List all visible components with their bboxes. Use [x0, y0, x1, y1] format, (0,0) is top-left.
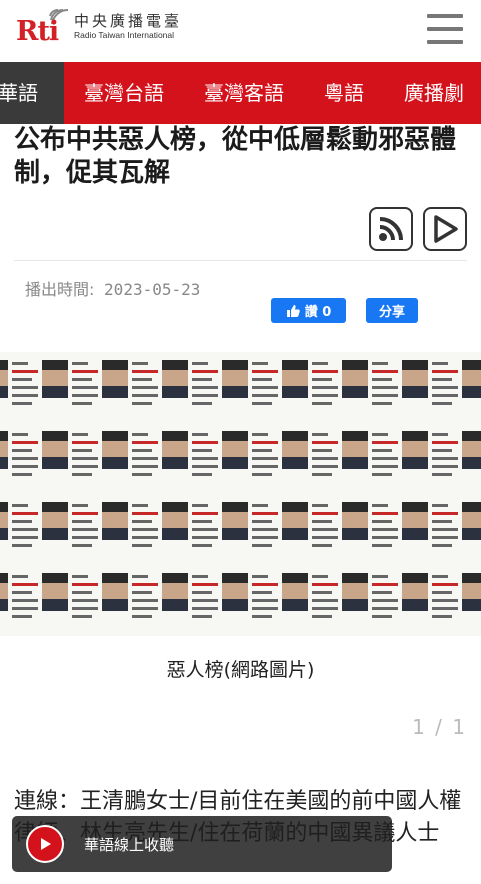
rti-logo[interactable]: Rti 中央廣播電臺 Radio Taiwan International — [16, 6, 183, 47]
portrait-card — [402, 573, 458, 618]
date-value: 2023-05-23 — [104, 280, 201, 299]
facebook-share-button[interactable]: 分享 — [366, 298, 418, 323]
like-label: 讚 0 — [304, 305, 332, 320]
language-nav: 華語 臺灣台語 臺灣客語 粵語 廣播劇 — [0, 62, 481, 124]
portrait-card — [0, 431, 38, 476]
portrait-card — [102, 573, 158, 618]
portrait-card — [342, 360, 398, 405]
portrait-card — [102, 431, 158, 476]
rss-button[interactable] — [369, 207, 413, 251]
site-header: Rti 中央廣播電臺 Radio Taiwan International — [0, 0, 481, 62]
live-audio-player[interactable]: 華語線上收聽 — [12, 816, 392, 872]
portrait-card — [462, 360, 481, 398]
rss-icon — [379, 217, 403, 241]
portrait-card — [282, 573, 338, 618]
portrait-card — [462, 431, 481, 469]
photo-grid — [0, 360, 481, 618]
thumbs-up-icon — [286, 304, 300, 317]
portrait-card — [282, 360, 338, 405]
play-button[interactable] — [423, 207, 467, 251]
play-icon — [434, 215, 458, 243]
portrait-card — [0, 360, 38, 405]
lang-tab-hakka[interactable]: 臺灣客語 — [184, 62, 304, 124]
portrait-card — [162, 431, 218, 476]
audio-play-button[interactable] — [26, 825, 64, 863]
media-buttons — [369, 207, 467, 251]
logo-english-name: Radio Taiwan International — [74, 29, 175, 40]
article-photo[interactable] — [0, 352, 481, 636]
portrait-card — [42, 502, 98, 547]
portrait-card — [162, 573, 218, 618]
portrait-card — [0, 502, 38, 547]
lang-tab-radio-drama[interactable]: 廣播劇 — [384, 62, 481, 124]
portrait-card — [222, 573, 278, 618]
portrait-card — [162, 360, 218, 405]
portrait-card — [342, 431, 398, 476]
portrait-card — [282, 431, 338, 476]
divider — [14, 260, 467, 261]
date-label: 播出時間: — [25, 280, 95, 299]
portrait-card — [42, 431, 98, 476]
portrait-card — [42, 573, 98, 618]
portrait-card — [102, 360, 158, 405]
portrait-card — [402, 502, 458, 547]
portrait-card — [342, 502, 398, 547]
facebook-like-button[interactable]: 讚 0 — [271, 298, 346, 323]
photo-caption: 惡人榜(網路圖片) — [166, 659, 315, 681]
portrait-card — [102, 502, 158, 547]
portrait-card — [282, 502, 338, 547]
portrait-card — [222, 360, 278, 405]
logo-chinese-name: 中央廣播電臺 — [74, 11, 183, 30]
portrait-card — [162, 502, 218, 547]
audio-player-label: 華語線上收聽 — [84, 835, 175, 854]
portrait-card — [342, 573, 398, 618]
portrait-card — [402, 360, 458, 405]
portrait-card — [42, 360, 98, 405]
portrait-card — [0, 573, 38, 618]
article-title: 公布中共惡人榜，從中低層鬆動邪惡體制，促其瓦解 — [14, 125, 457, 188]
logo-mark: Rti — [16, 6, 68, 47]
portrait-card — [402, 431, 458, 476]
portrait-card — [222, 502, 278, 547]
portrait-card — [462, 502, 481, 540]
lang-tab-taiwanese[interactable]: 臺灣台語 — [64, 62, 184, 124]
photo-pager[interactable]: 1 / 1 — [412, 715, 467, 739]
hamburger-menu-icon[interactable] — [427, 14, 463, 48]
portrait-card — [462, 573, 481, 611]
lang-tab-cantonese[interactable]: 粵語 — [304, 62, 384, 124]
portrait-card — [222, 431, 278, 476]
broadcast-date: 播出時間: 2023-05-23 — [25, 276, 200, 300]
play-icon — [41, 838, 51, 850]
lang-tab-mandarin[interactable]: 華語 — [0, 62, 64, 124]
logo-rti-text: Rti — [16, 16, 59, 47]
